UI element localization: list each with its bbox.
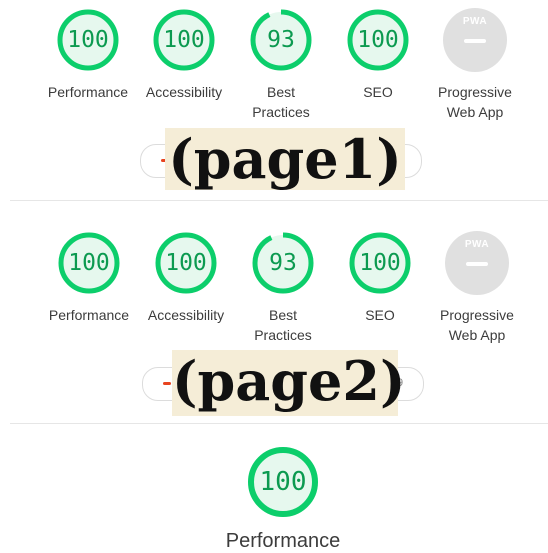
pwa-badge: PWA (445, 231, 509, 295)
pwa-dash-icon (466, 262, 488, 266)
score-value: 100 (67, 27, 109, 53)
gauge-label: Accessibility (145, 84, 223, 100)
page1-gauge-accessibility[interactable]: 100 Accessibility (134, 8, 234, 102)
gauge-label: Best Practices (254, 307, 312, 343)
page2-gauge-performance[interactable]: 100 Performance (39, 231, 139, 325)
score-ring: 100 (56, 8, 120, 72)
score-ring: 100 (348, 231, 412, 295)
section-divider (10, 200, 548, 201)
pwa-badge-text: PWA (462, 16, 488, 27)
fail-indicator-icon (163, 382, 171, 385)
score-value: 100 (359, 250, 401, 276)
gauge-label: Best Practices (252, 84, 310, 120)
score-ring: 100 (152, 8, 216, 72)
detail-gauge-label: Performance (225, 530, 341, 552)
page1-gauge-performance[interactable]: 100 Performance (38, 8, 138, 102)
pwa-badge-text: PWA (464, 239, 490, 250)
pwa-badge: PWA (443, 8, 507, 72)
score-value: 100 (165, 250, 207, 276)
detail-gauge[interactable]: 100 (247, 446, 319, 518)
page2-overlay-label: (page2) (172, 350, 406, 416)
gauge-label: Performance (48, 307, 130, 323)
score-value: 93 (269, 250, 297, 276)
page2-gauge-pwa[interactable]: PWA Progressive Web App (427, 231, 527, 345)
page1-gauge-seo[interactable]: 100 SEO (328, 8, 428, 102)
gauge-label: Progressive Web App (438, 84, 512, 120)
score-value: 93 (267, 27, 295, 53)
page2-gauge-seo[interactable]: 100 SEO (330, 231, 430, 325)
page1-overlay-label: (page1) (165, 128, 405, 190)
page2-gauge-best-practices[interactable]: 93 Best Practices (233, 231, 333, 345)
gauge-label: SEO (365, 307, 395, 323)
page2-gauge-accessibility[interactable]: 100 Accessibility (136, 231, 236, 325)
score-value: 100 (163, 27, 205, 53)
pwa-dash-icon (464, 39, 486, 43)
page1-gauge-best-practices[interactable]: 93 Best Practices (231, 8, 331, 122)
gauge-label: Performance (47, 84, 129, 100)
score-ring: 100 (154, 231, 218, 295)
detail-score-value: 100 (259, 467, 307, 497)
gauge-label: Progressive Web App (440, 307, 514, 343)
score-ring: 93 (249, 8, 313, 72)
score-ring: 100 (57, 231, 121, 295)
score-value: 100 (68, 250, 110, 276)
gauge-label: SEO (363, 84, 393, 100)
score-value: 100 (357, 27, 399, 53)
page1-gauge-pwa[interactable]: PWA Progressive Web App (425, 8, 525, 122)
section-divider (10, 423, 548, 424)
score-ring: 100 (346, 8, 410, 72)
score-ring: 93 (251, 231, 315, 295)
gauge-label: Accessibility (147, 307, 225, 323)
